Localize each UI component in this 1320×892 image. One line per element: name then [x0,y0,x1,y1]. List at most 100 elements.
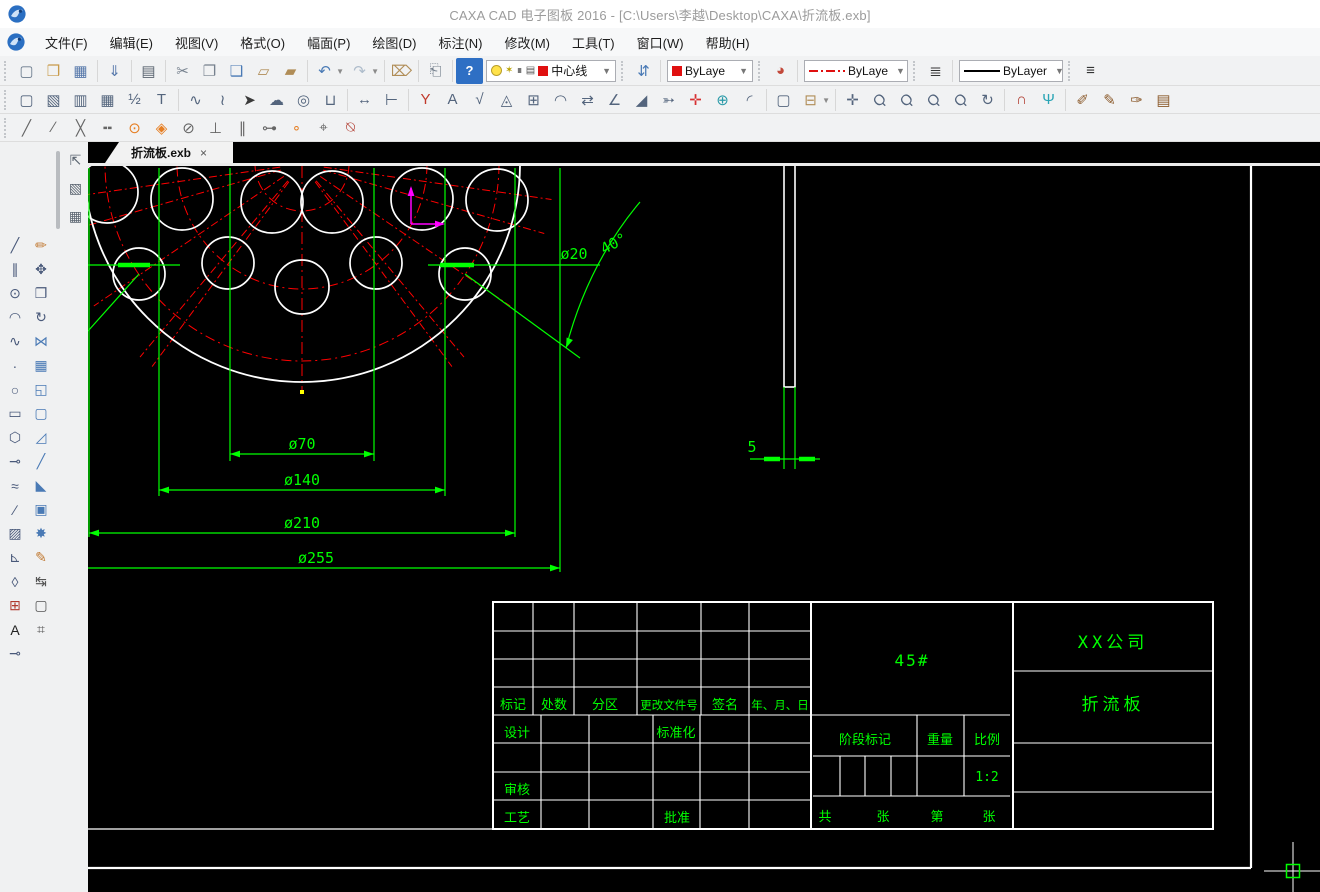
copy-with-basepoint-button[interactable]: ❑ [223,58,250,84]
line-button[interactable]: ╱ [2,234,28,257]
scale-button[interactable]: ◱ [28,378,54,401]
paper-tools-button[interactable]: ⇱ [62,147,89,174]
center-mark-button[interactable]: ✛ [682,87,709,113]
snap-centerline-button[interactable]: ╍ [94,115,121,141]
snap-clear-button[interactable]: ⍉ [337,115,364,141]
chamfer-dim-button[interactable]: ◢ [628,87,655,113]
save-as-button[interactable]: ⇓ [101,58,128,84]
menu-draw[interactable]: 绘图(D) [361,28,427,57]
formula-curve-button[interactable]: ⊸ [2,642,28,665]
snap-perpendicular-button[interactable]: ⊥ [202,115,229,141]
menu-edit[interactable]: 编辑(E) [99,28,164,57]
two-point-line-button[interactable]: ∕ [2,498,28,521]
new-file-button[interactable]: ▢ [13,58,40,84]
insert-table-button[interactable]: ⊞ [2,594,28,617]
open-file-button[interactable]: ❒ [40,58,67,84]
view-manager-button[interactable]: ▢ [770,87,797,113]
dim-edit-tool-button[interactable]: ✎ [28,546,54,569]
paper-setup-button[interactable]: ▢ [13,87,40,113]
snap-endpoint-button[interactable]: ╱ [13,115,40,141]
coordinate-dim-button[interactable]: ⊢ [378,87,405,113]
leader-dim-button[interactable]: Y [412,87,439,113]
drawing-canvas[interactable]: 折流板.exb × ø70 ø140 ø210 ø255 ø20 40° 5 标记 处数 分… [88,142,1320,892]
undo-button[interactable]: ↶ ▼ [311,58,344,84]
menu-file[interactable]: 文件(F) [34,28,99,57]
menu-paper[interactable]: 幅面(P) [296,28,361,57]
menu-window[interactable]: 窗口(W) [626,28,695,57]
erase-button[interactable]: ✏ [28,234,54,257]
explode-button[interactable]: ✸ [28,522,54,545]
layer-settings-button[interactable]: ⇵ [630,58,657,84]
revision-cloud-button[interactable]: ☁ [263,87,290,113]
snap-node-button[interactable]: ∘ [283,115,310,141]
move-button[interactable]: ✥ [28,258,54,281]
edit-note-button[interactable]: ▤ [1150,87,1177,113]
polygon-button[interactable]: ⬡ [2,426,28,449]
hatch-button[interactable]: ▨ [2,522,28,545]
cut-button[interactable]: ✂ [169,58,196,84]
dim-driver-button[interactable]: ↹ [28,570,54,593]
layer-combobox[interactable]: ✶ ∎ ▤ 中心线 ▼ [486,59,616,82]
snap-tangent-button[interactable]: ⊘ [175,115,202,141]
snap-connect-button[interactable]: ⊶ [256,115,283,141]
menu-dimension[interactable]: 标注(N) [427,28,493,57]
roughness-button[interactable]: √ [466,87,493,113]
snap-nearest-button[interactable]: ⌖ [310,115,337,141]
snap-midpoint-button[interactable]: ∕ [40,115,67,141]
snap-center-button[interactable]: ⊙ [121,115,148,141]
toolbar-overflow-button[interactable]: ≡ [1077,58,1104,84]
measure-tool-button[interactable]: ⊟ ▼ [797,87,830,113]
datum-button[interactable]: ◬ [493,87,520,113]
wave-line-button[interactable]: ≈ [2,474,28,497]
titleblock-tools-button[interactable]: ▦ [62,203,89,230]
lineweight-combobox[interactable]: ByLayer ▼ [959,59,1064,82]
snap-magnet-button[interactable]: ∩ [1008,87,1035,113]
edit-entity-button[interactable]: ✐ [1069,87,1096,113]
ellipse-button[interactable]: ○ [2,378,28,401]
break-line-button[interactable]: ≀ [209,87,236,113]
centerline-tool-button[interactable]: ⊸ [2,450,28,473]
table-insert-button[interactable]: ▦ [94,87,121,113]
arc-dim-button[interactable]: ◜ [736,87,763,113]
spline-curve-button[interactable]: ∿ [182,87,209,113]
measure-distance-button[interactable]: ⌗ [28,618,54,641]
linear-dim-button[interactable]: ↔ [351,87,378,113]
circle-button[interactable]: ⊙ [2,282,28,305]
menu-help[interactable]: 帮助(H) [695,28,761,57]
tolerance-dim-button[interactable]: ⊞ [520,87,547,113]
redo-button[interactable]: ↷ ▼ [346,58,379,84]
menu-tools[interactable]: 工具(T) [561,28,626,57]
snap-guide-button[interactable]: Ψ [1035,87,1062,113]
toolbar-drag-handle[interactable] [56,151,60,229]
section-view-button[interactable]: ◎ [290,87,317,113]
parallel-line-button[interactable]: ∥ [2,258,28,281]
mirror-button[interactable]: ⋈ [28,330,54,353]
snap-intersection-button[interactable]: ╳ [67,115,94,141]
close-tab-icon[interactable]: × [200,146,207,160]
app-menu-icon[interactable] [6,32,26,52]
linetype-manager-button[interactable]: ≣ [922,58,949,84]
arrow-dim-button[interactable]: ➳ [655,87,682,113]
leader-button[interactable]: ➤ [236,87,263,113]
arc-button[interactable]: ◠ [2,306,28,329]
color-palette-button[interactable]: ◕ [767,58,794,84]
angle-dim-button[interactable]: ∠ [601,87,628,113]
curve-dim-button[interactable]: ◠ [547,87,574,113]
groove-button[interactable]: ⊔ [317,87,344,113]
purge-button[interactable]: ⌦ [388,58,415,84]
print-button[interactable]: ▤ [135,58,162,84]
color-combobox[interactable]: ByLaye ▼ [667,59,753,82]
coordinate-axes-button[interactable]: ⊾ [2,546,28,569]
paste-button[interactable]: ▱ [250,58,277,84]
region-button[interactable]: ◊ [2,570,28,593]
menu-modify[interactable]: 修改(M) [494,28,562,57]
save-file-button[interactable]: ▦ [67,58,94,84]
insert-object-button[interactable]: ⎗ [422,58,449,84]
linetype-combobox[interactable]: ByLaye ▼ [804,59,908,82]
edit-text-button[interactable]: ✎ [1096,87,1123,113]
bom-table-button[interactable]: T [148,87,175,113]
rotate-button[interactable]: ↻ [28,306,54,329]
snap-quadrant-button[interactable]: ◈ [148,115,175,141]
array-button[interactable]: ▦ [28,354,54,377]
chamfer-button[interactable]: ◣ [28,474,54,497]
